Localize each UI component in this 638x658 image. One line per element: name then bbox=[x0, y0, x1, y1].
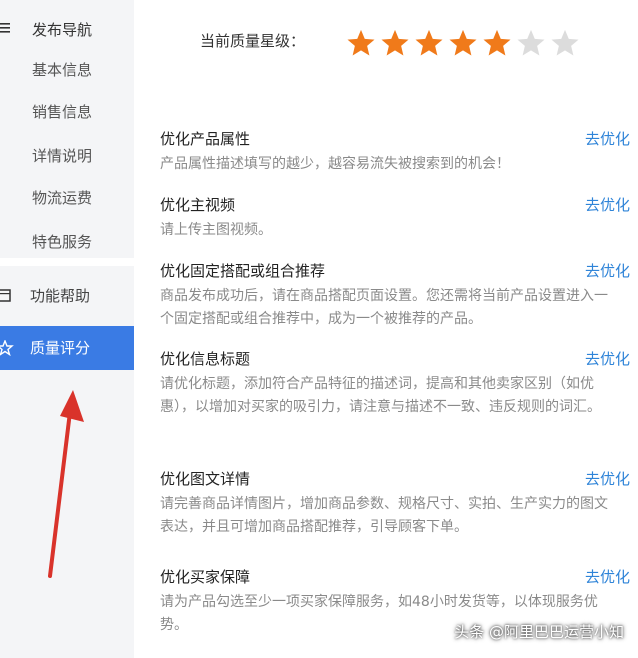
nav-group-label: 发布导航 bbox=[32, 21, 93, 39]
optimize-link[interactable]: 去优化 bbox=[585, 566, 630, 587]
watermark: 头条 @阿里巴巴运营小知 bbox=[454, 623, 624, 641]
sidebar-item-sales-info[interactable]: 销售信息 bbox=[32, 100, 92, 124]
sidebar-item-basic-info[interactable]: 基本信息 bbox=[32, 58, 92, 82]
task-title: 优化信息标题 bbox=[160, 350, 251, 368]
star-filled-icon bbox=[347, 29, 375, 56]
star-empty-icon bbox=[517, 29, 545, 56]
quality-rating-label: 当前质量星级： bbox=[200, 32, 306, 50]
help-panel-icon bbox=[0, 289, 11, 302]
task-description: 产品属性描述填写的越少，越容易流失被搜索到的机会！ bbox=[160, 156, 510, 172]
task-title: 优化产品属性 bbox=[160, 130, 251, 148]
optimize-link[interactable]: 去优化 bbox=[585, 348, 630, 369]
optimize-link[interactable]: 去优化 bbox=[585, 194, 630, 215]
star-filled-icon bbox=[415, 29, 443, 56]
task-description: 请优化标题，添加符合产品特征的描述词，提高和其他卖家区别（如优惠），以增加对买家… bbox=[160, 376, 601, 415]
task-title: 优化图文详情 bbox=[160, 470, 251, 488]
optimize-link[interactable]: 去优化 bbox=[585, 260, 630, 281]
sidebar-item-logistics[interactable]: 物流运费 bbox=[32, 186, 92, 210]
task-description: 请上传主图视频。 bbox=[160, 222, 272, 238]
star-filled-icon bbox=[483, 29, 511, 56]
sidebar-item-services[interactable]: 特色服务 bbox=[32, 230, 92, 254]
star-filled-icon bbox=[449, 29, 477, 56]
optimize-link[interactable]: 去优化 bbox=[585, 468, 630, 489]
quality-star-rating bbox=[346, 28, 580, 58]
task-description: 商品发布成功后，请在商品搭配页面设置。您还需将当前产品设置进入一个固定搭配或组合… bbox=[160, 288, 608, 327]
nav-group-publish[interactable]: 发布导航 bbox=[0, 14, 134, 44]
sidebar-item-quality-label: 质量评分 bbox=[30, 339, 91, 357]
task-title: 优化买家保障 bbox=[160, 568, 251, 586]
sidebar-item-quality-score[interactable]: 质量评分 bbox=[0, 326, 134, 370]
sidebar-divider bbox=[0, 258, 134, 266]
task-title: 优化固定搭配或组合推荐 bbox=[160, 262, 326, 280]
sidebar-item-help-label: 功能帮助 bbox=[30, 287, 91, 305]
optimize-link[interactable]: 去优化 bbox=[585, 128, 630, 149]
list-icon bbox=[0, 23, 10, 33]
star-empty-icon bbox=[551, 29, 579, 56]
task-description: 请完善商品详情图片，增加商品参数、规格尺寸、实拍、生产实力的图文表达，并且可增加… bbox=[160, 496, 608, 535]
star-filled-icon bbox=[381, 29, 409, 56]
annotation-arrow-icon bbox=[48, 390, 84, 578]
sidebar-item-detail[interactable]: 详情说明 bbox=[32, 144, 92, 168]
sidebar-item-help[interactable]: 功能帮助 bbox=[0, 274, 134, 318]
star-outline-icon bbox=[0, 340, 14, 356]
task-title: 优化主视频 bbox=[160, 196, 236, 214]
